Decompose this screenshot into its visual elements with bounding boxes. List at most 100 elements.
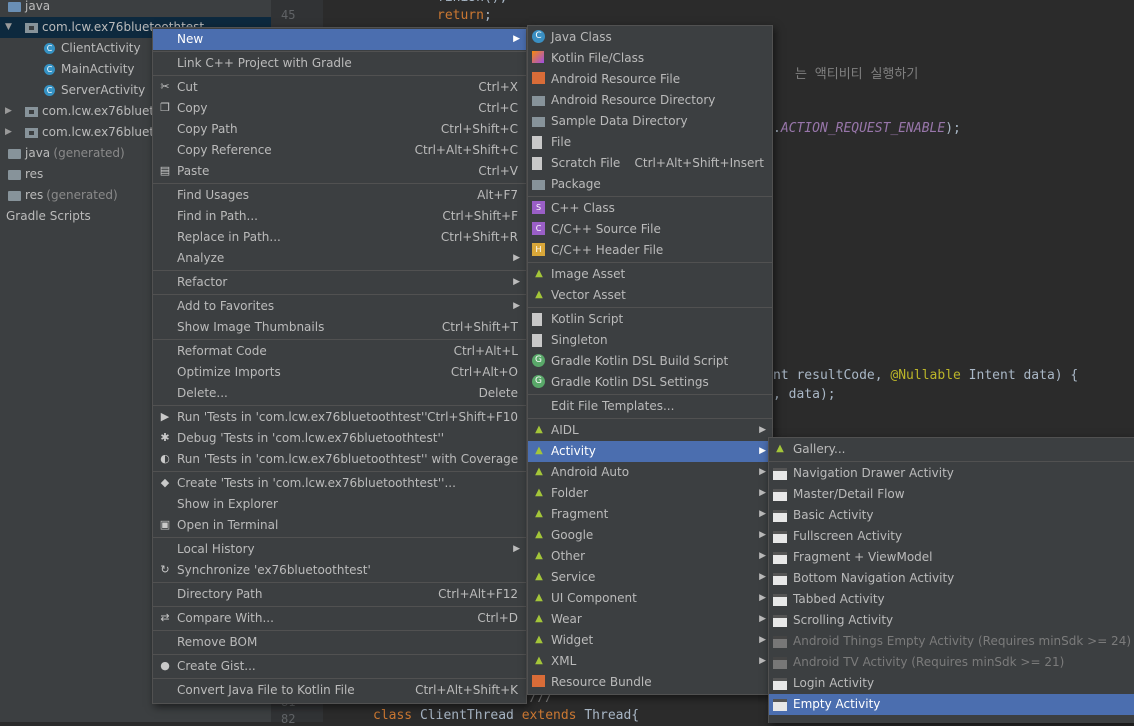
menu-item-sample-data-directory[interactable]: Sample Data Directory <box>528 111 772 132</box>
menu-item-scratch-file[interactable]: Scratch File Ctrl+Alt+Shift+Insert <box>528 153 772 174</box>
expand-right-icon[interactable]: ▶ <box>5 122 12 143</box>
scratch-file-icon <box>532 157 542 170</box>
submenu-arrow-icon: ▶ <box>759 572 766 582</box>
menu-item-package[interactable]: Package <box>528 174 772 195</box>
menu-item-service[interactable]: ▲ Service ▶ <box>528 567 772 588</box>
menu-item-local-history[interactable]: Local History ▶ <box>153 539 526 560</box>
menu-item-fullscreen-activity[interactable]: Fullscreen Activity <box>769 526 1134 547</box>
menu-item-kotlin-file-class[interactable]: Kotlin File/Class <box>528 48 772 69</box>
menu-item-xml[interactable]: ▲ XML ▶ <box>528 651 772 672</box>
menu-item-java-class[interactable]: C Java Class <box>528 27 772 48</box>
menu-item-analyze[interactable]: Analyze ▶ <box>153 248 526 269</box>
menu-item-kotlin-script[interactable]: Kotlin Script <box>528 309 772 330</box>
menu-item-label: Copy Path <box>177 122 238 136</box>
shortcut-label: Ctrl+Alt+Shift+K <box>415 683 518 697</box>
menu-item-open-in-terminal[interactable]: ▣ Open in Terminal <box>153 515 526 536</box>
menu-item-ui-component[interactable]: ▲ UI Component ▶ <box>528 588 772 609</box>
menu-item-gradle-kotlin-dsl-build-script[interactable]: G Gradle Kotlin DSL Build Script <box>528 351 772 372</box>
menu-item-master-detail-flow[interactable]: Master/Detail Flow <box>769 484 1134 505</box>
menu-item-copy-path[interactable]: Copy Path Ctrl+Shift+C <box>153 119 526 140</box>
menu-separator <box>153 183 526 184</box>
menu-item-cut[interactable]: ✂ Cut Ctrl+X <box>153 77 526 98</box>
menu-item-replace-in-path[interactable]: Replace in Path... Ctrl+Shift+R <box>153 227 526 248</box>
menu-item-android-resource-directory[interactable]: Android Resource Directory <box>528 90 772 111</box>
menu-item-run-tests-in-com-lcw-ex76bluetoothtest[interactable]: ▶ Run 'Tests in 'com.lcw.ex76bluetoothtes… <box>153 407 526 428</box>
expand-right-icon[interactable]: ▶ <box>5 101 12 122</box>
menu-item-edit-file-templates[interactable]: Edit File Templates... <box>528 396 772 417</box>
menu-separator <box>528 196 772 197</box>
menu-item-android-auto[interactable]: ▲ Android Auto ▶ <box>528 462 772 483</box>
android-icon: ▲ <box>535 550 543 561</box>
menu-item-show-in-explorer[interactable]: Show in Explorer <box>153 494 526 515</box>
expand-down-icon[interactable]: ▼ <box>5 17 12 38</box>
menu-item-basic-activity[interactable]: Basic Activity <box>769 505 1134 526</box>
menu-item-link-c-project-with-gradle[interactable]: Link C++ Project with Gradle <box>153 53 526 74</box>
android-icon: ▲ <box>535 613 543 624</box>
menu-item-google[interactable]: ▲ Google ▶ <box>528 525 772 546</box>
menu-item-activity[interactable]: ▲ Activity ▶ <box>528 441 772 462</box>
template-icon <box>773 489 787 501</box>
template-icon <box>773 531 787 543</box>
menu-item-convert-java-file-to-kotlin-file[interactable]: Convert Java File to Kotlin File Ctrl+Alt… <box>153 680 526 701</box>
menu-item-label: C++ Class <box>551 201 615 215</box>
menu-item-empty-activity[interactable]: Empty Activity <box>769 694 1134 715</box>
menu-item-label: Run 'Tests in 'com.lcw.ex76bluetoothtest… <box>177 452 519 466</box>
menu-item-c-c-source-file[interactable]: C C/C++ Source File <box>528 219 772 240</box>
menu-item-widget[interactable]: ▲ Widget ▶ <box>528 630 772 651</box>
menu-item-gradle-kotlin-dsl-settings[interactable]: G Gradle Kotlin DSL Settings <box>528 372 772 393</box>
code-line: finish(); <box>437 0 507 5</box>
menu-item-add-to-favorites[interactable]: Add to Favorites ▶ <box>153 296 526 317</box>
menu-item-label: Vector Asset <box>551 288 626 302</box>
menu-item-copy[interactable]: ❐ Copy Ctrl+C <box>153 98 526 119</box>
menu-item-navigation-drawer-activity[interactable]: Navigation Drawer Activity <box>769 463 1134 484</box>
menu-item-file[interactable]: File <box>528 132 772 153</box>
submenu-arrow-icon: ▶ <box>513 544 520 554</box>
menu-item-fragment-viewmodel[interactable]: Fragment + ViewModel <box>769 547 1134 568</box>
menu-item-folder[interactable]: ▲ Folder ▶ <box>528 483 772 504</box>
menu-item-singleton[interactable]: Singleton <box>528 330 772 351</box>
menu-item-run-tests-in-com-lcw-ex76bluetoothtest-with-coverage[interactable]: ◐ Run 'Tests in 'com.lcw.ex76bluetoothtes… <box>153 449 526 470</box>
menu-item-paste[interactable]: ▤ Paste Ctrl+V <box>153 161 526 182</box>
menu-item-label: Folder <box>551 486 589 500</box>
menu-item-remove-bom[interactable]: Remove BOM <box>153 632 526 653</box>
menu-item-compare-with[interactable]: ⇄ Compare With... Ctrl+D <box>153 608 526 629</box>
menu-item-directory-path[interactable]: Directory Path Ctrl+Alt+F12 <box>153 584 526 605</box>
menu-item-optimize-imports[interactable]: Optimize Imports Ctrl+Alt+O <box>153 362 526 383</box>
menu-item-reformat-code[interactable]: Reformat Code Ctrl+Alt+L <box>153 341 526 362</box>
menu-item-c-c-header-file[interactable]: H C/C++ Header File <box>528 240 772 261</box>
menu-item-find-usages[interactable]: Find Usages Alt+F7 <box>153 185 526 206</box>
menu-item-login-activity[interactable]: Login Activity <box>769 673 1134 694</box>
menu-item-other[interactable]: ▲ Other ▶ <box>528 546 772 567</box>
menu-item-copy-reference[interactable]: Copy Reference Ctrl+Alt+Shift+C <box>153 140 526 161</box>
menu-item-scrolling-activity[interactable]: Scrolling Activity <box>769 610 1134 631</box>
menu-item-resource-bundle[interactable]: Resource Bundle <box>528 672 772 693</box>
tree-item-java[interactable]: java <box>0 0 271 17</box>
menu-item-tabbed-activity[interactable]: Tabbed Activity <box>769 589 1134 610</box>
menu-item-aidl[interactable]: ▲ AIDL ▶ <box>528 420 772 441</box>
menu-item-create-gist[interactable]: ● Create Gist... <box>153 656 526 677</box>
menu-separator <box>153 582 526 583</box>
menu-item-show-image-thumbnails[interactable]: Show Image Thumbnails Ctrl+Shift+T <box>153 317 526 338</box>
menu-item-synchronize-ex76bluetoothtest[interactable]: ↻ Synchronize 'ex76bluetoothtest' <box>153 560 526 581</box>
menu-item-refactor[interactable]: Refactor ▶ <box>153 272 526 293</box>
menu-item-bottom-navigation-activity[interactable]: Bottom Navigation Activity <box>769 568 1134 589</box>
menu-item-c-class[interactable]: S C++ Class <box>528 198 772 219</box>
menu-item-delete[interactable]: Delete... Delete <box>153 383 526 404</box>
menu-item-gallery[interactable]: ▲ Gallery... <box>769 439 1134 460</box>
menu-separator <box>153 630 526 631</box>
menu-item-label: Bottom Navigation Activity <box>793 571 955 585</box>
menu-item-image-asset[interactable]: ▲ Image Asset <box>528 264 772 285</box>
menu-item-label: Fragment + ViewModel <box>793 550 933 564</box>
menu-item-new[interactable]: New ▶ <box>153 29 526 50</box>
menu-item-debug-tests-in-com-lcw-ex76bluetoothtest[interactable]: ✱ Debug 'Tests in 'com.lcw.ex76bluetootht… <box>153 428 526 449</box>
menu-item-wear[interactable]: ▲ Wear ▶ <box>528 609 772 630</box>
menu-item-android-resource-file[interactable]: Android Resource File <box>528 69 772 90</box>
menu-item-fragment[interactable]: ▲ Fragment ▶ <box>528 504 772 525</box>
sync-icon: ↻ <box>160 563 170 576</box>
menu-item-vector-asset[interactable]: ▲ Vector Asset <box>528 285 772 306</box>
menu-item-label: Android Things Empty Activity (Requires … <box>793 634 1132 648</box>
menu-item-label: Widget <box>551 633 594 647</box>
menu-item-create-tests-in-com-lcw-ex76bluetoothtest[interactable]: ◆ Create 'Tests in 'com.lcw.ex76bluetooth… <box>153 473 526 494</box>
line-number: 82 <box>281 712 296 726</box>
menu-item-find-in-path[interactable]: Find in Path... Ctrl+Shift+F <box>153 206 526 227</box>
